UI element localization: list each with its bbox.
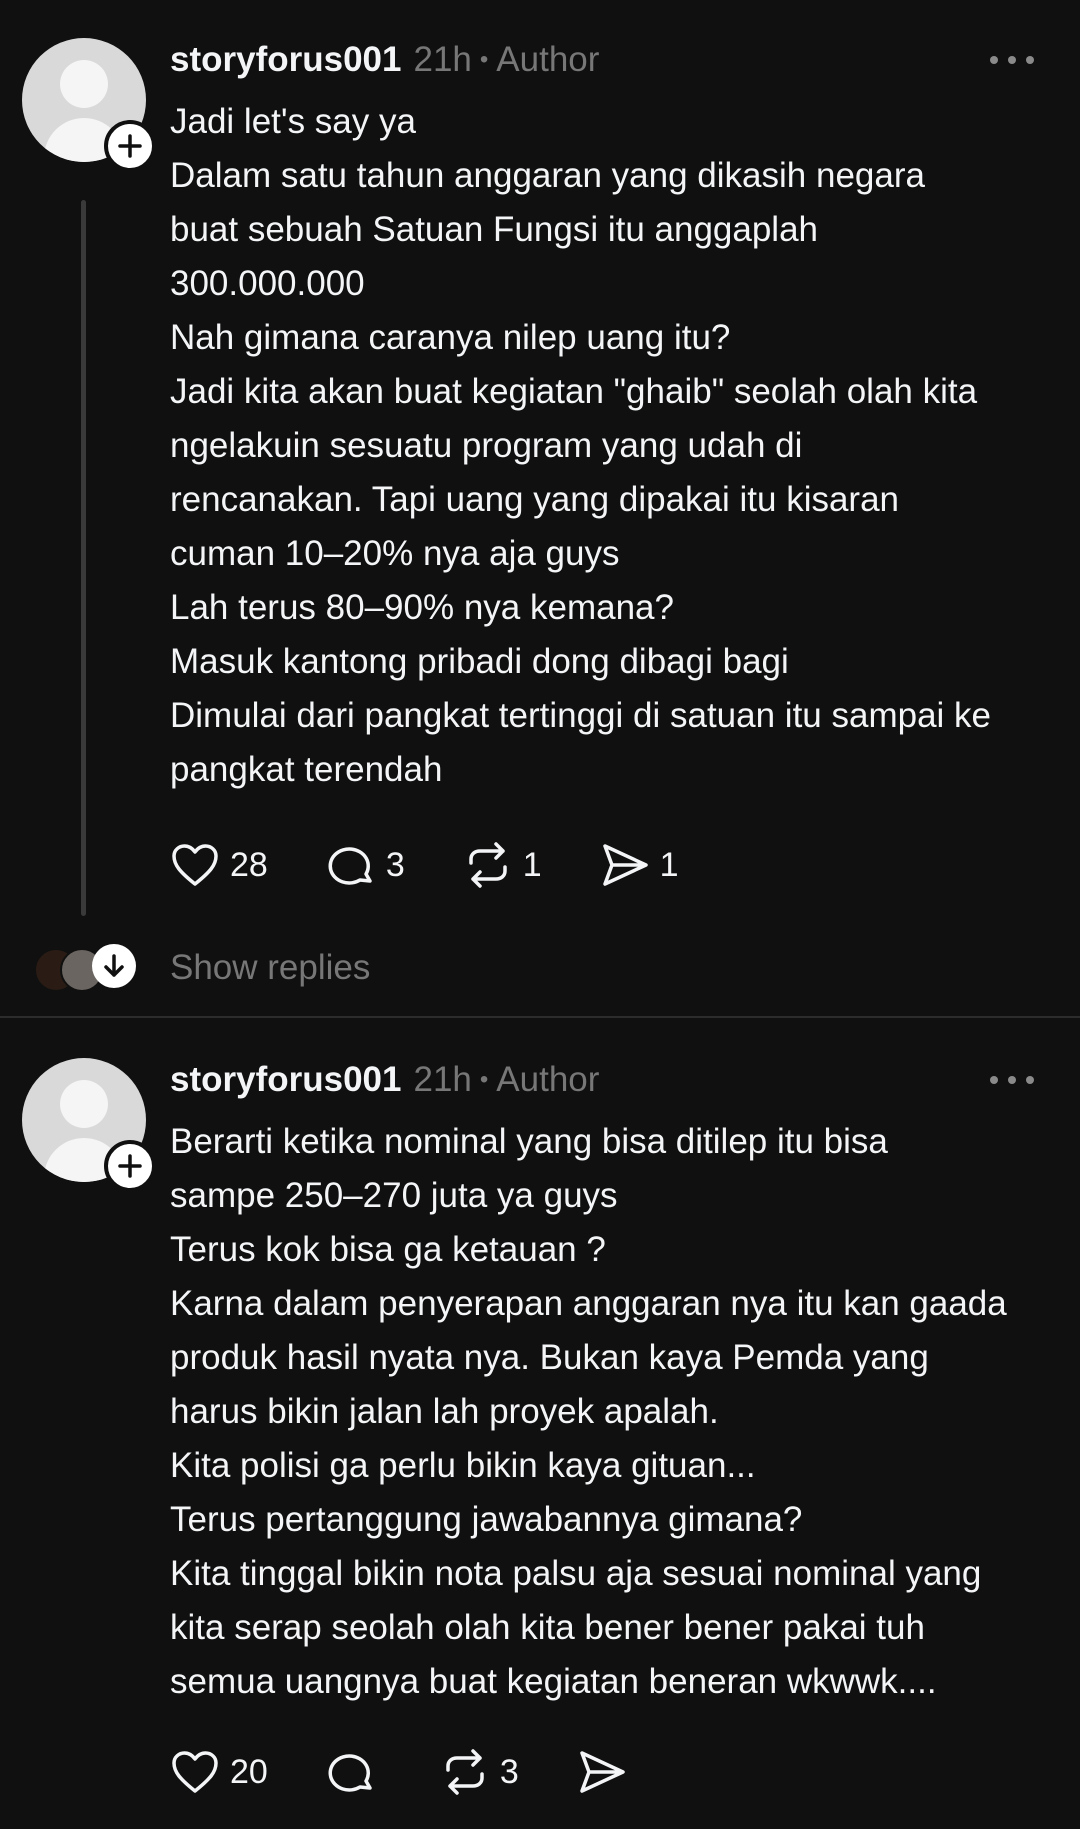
show-replies-row[interactable]: Show replies <box>0 940 1080 996</box>
action-bar: 20 3 <box>170 1747 685 1797</box>
post-line: Dalam satu tahun anggaran yang dikasih n… <box>170 156 925 195</box>
more-dots-icon <box>990 1076 998 1084</box>
post-line: Kita polisi ga perlu bikin kaya gituan..… <box>170 1446 756 1485</box>
repost-icon <box>469 842 507 888</box>
timestamp: 21h <box>413 40 472 79</box>
post-line: rencanakan. Tapi uang yang dipakai itu k… <box>170 480 900 519</box>
reply-count: 3 <box>385 845 405 884</box>
post-line: Jadi let's say ya <box>170 102 416 141</box>
username[interactable]: storyforus001 <box>170 1060 401 1100</box>
post-2: storyforus001 21h • Author Berarti ketik… <box>0 1020 1080 1829</box>
post-line: kita serap seolah olah kita bener bener … <box>170 1608 925 1647</box>
post-line: Lah terus 80–90% nya kemana? <box>170 588 674 627</box>
post-line: Jadi kita akan buat kegiatan "ghaib" seo… <box>170 372 978 411</box>
thread-line <box>81 200 86 916</box>
author-badge: Author <box>496 1060 600 1099</box>
post-line: Masuk kantong pribadi dong dibagi bagi <box>170 642 789 681</box>
author-badge: Author <box>496 40 600 79</box>
more-dots-icon <box>990 56 998 64</box>
post-line: Berarti ketika nominal yang bisa ditilep… <box>170 1122 888 1161</box>
post-line: Nah gimana caranya nilep uang itu? <box>170 318 731 357</box>
repost-count: 3 <box>499 1752 519 1791</box>
post-line: cuman 10–20% nya aja guys <box>170 534 620 573</box>
post-line: buat sebuah Satuan Fungsi itu anggaplah <box>170 210 819 249</box>
share-button[interactable] <box>577 1749 627 1795</box>
like-button[interactable]: 28 <box>170 842 268 888</box>
post-line: Terus kok bisa ga ketauan ? <box>170 1230 606 1269</box>
action-bar: 28 3 1 1 <box>170 840 737 890</box>
post-line: ngelakuin sesuatu program yang udah di <box>170 426 803 465</box>
expand-replies-badge[interactable] <box>92 944 136 988</box>
plus-icon <box>118 1154 142 1178</box>
post-line: Kita tinggal bikin nota palsu aja sesuai… <box>170 1554 982 1593</box>
timestamp: 21h <box>413 1060 472 1099</box>
plus-icon <box>118 134 142 158</box>
reply-button[interactable]: 3 <box>326 841 405 889</box>
more-options-button[interactable] <box>990 50 1034 70</box>
divider <box>0 1016 1080 1018</box>
repost-button[interactable]: 1 <box>463 841 542 889</box>
more-options-button[interactable] <box>990 1070 1034 1090</box>
show-replies-link[interactable]: Show replies <box>170 946 370 990</box>
heart-icon <box>172 1751 218 1793</box>
follow-button[interactable] <box>104 1140 156 1192</box>
separator-dot: • <box>479 46 489 73</box>
like-count: 20 <box>230 1752 268 1791</box>
repost-count: 1 <box>522 845 542 884</box>
post-line: Terus pertanggung jawabannya gimana? <box>170 1500 803 1539</box>
post-line: pangkat terendah <box>170 750 443 789</box>
repost-button[interactable]: 3 <box>440 1748 519 1796</box>
avatar-wrap[interactable] <box>22 1058 156 1192</box>
reply-button[interactable] <box>326 1748 376 1796</box>
post-line: harus bikin jalan lah proyek apalah. <box>170 1392 719 1431</box>
post-line: produk hasil nyata nya. Bukan kaya Pemda… <box>170 1338 929 1377</box>
post-header: storyforus001 21h • Author <box>170 38 599 82</box>
like-button[interactable]: 20 <box>170 1749 268 1795</box>
send-icon <box>602 844 648 886</box>
post-body: Jadi let's say ya Dalam satu tahun angga… <box>170 95 1060 797</box>
avatar-wrap[interactable] <box>22 38 156 172</box>
post-header: storyforus001 21h • Author <box>170 1058 599 1102</box>
post-line: semua uangnya buat kegiatan beneran wkww… <box>170 1662 937 1701</box>
username[interactable]: storyforus001 <box>170 40 401 80</box>
reply-avatars <box>34 946 104 992</box>
send-icon <box>580 1751 625 1793</box>
post-line: Dimulai dari pangkat tertinggi di satuan… <box>170 696 991 735</box>
arrow-down-icon <box>104 954 124 977</box>
follow-button[interactable] <box>104 120 156 172</box>
post-line: sampe 250–270 juta ya guys <box>170 1176 618 1215</box>
like-count: 28 <box>230 845 268 884</box>
repost-icon <box>446 1749 484 1795</box>
heart-icon <box>172 844 218 886</box>
comment-bubble-icon <box>328 847 372 885</box>
post-body: Berarti ketika nominal yang bisa ditilep… <box>170 1115 1060 1709</box>
post-line: Karna dalam penyerapan anggaran nya itu … <box>170 1284 1007 1323</box>
post-line: 300.000.000 <box>170 264 365 303</box>
post-1: storyforus001 21h • Author Jadi let's sa… <box>0 0 1080 1016</box>
separator-dot: • <box>479 1066 489 1093</box>
comment-bubble-icon <box>328 1754 372 1792</box>
share-count: 1 <box>659 845 679 884</box>
share-button[interactable]: 1 <box>600 842 679 888</box>
